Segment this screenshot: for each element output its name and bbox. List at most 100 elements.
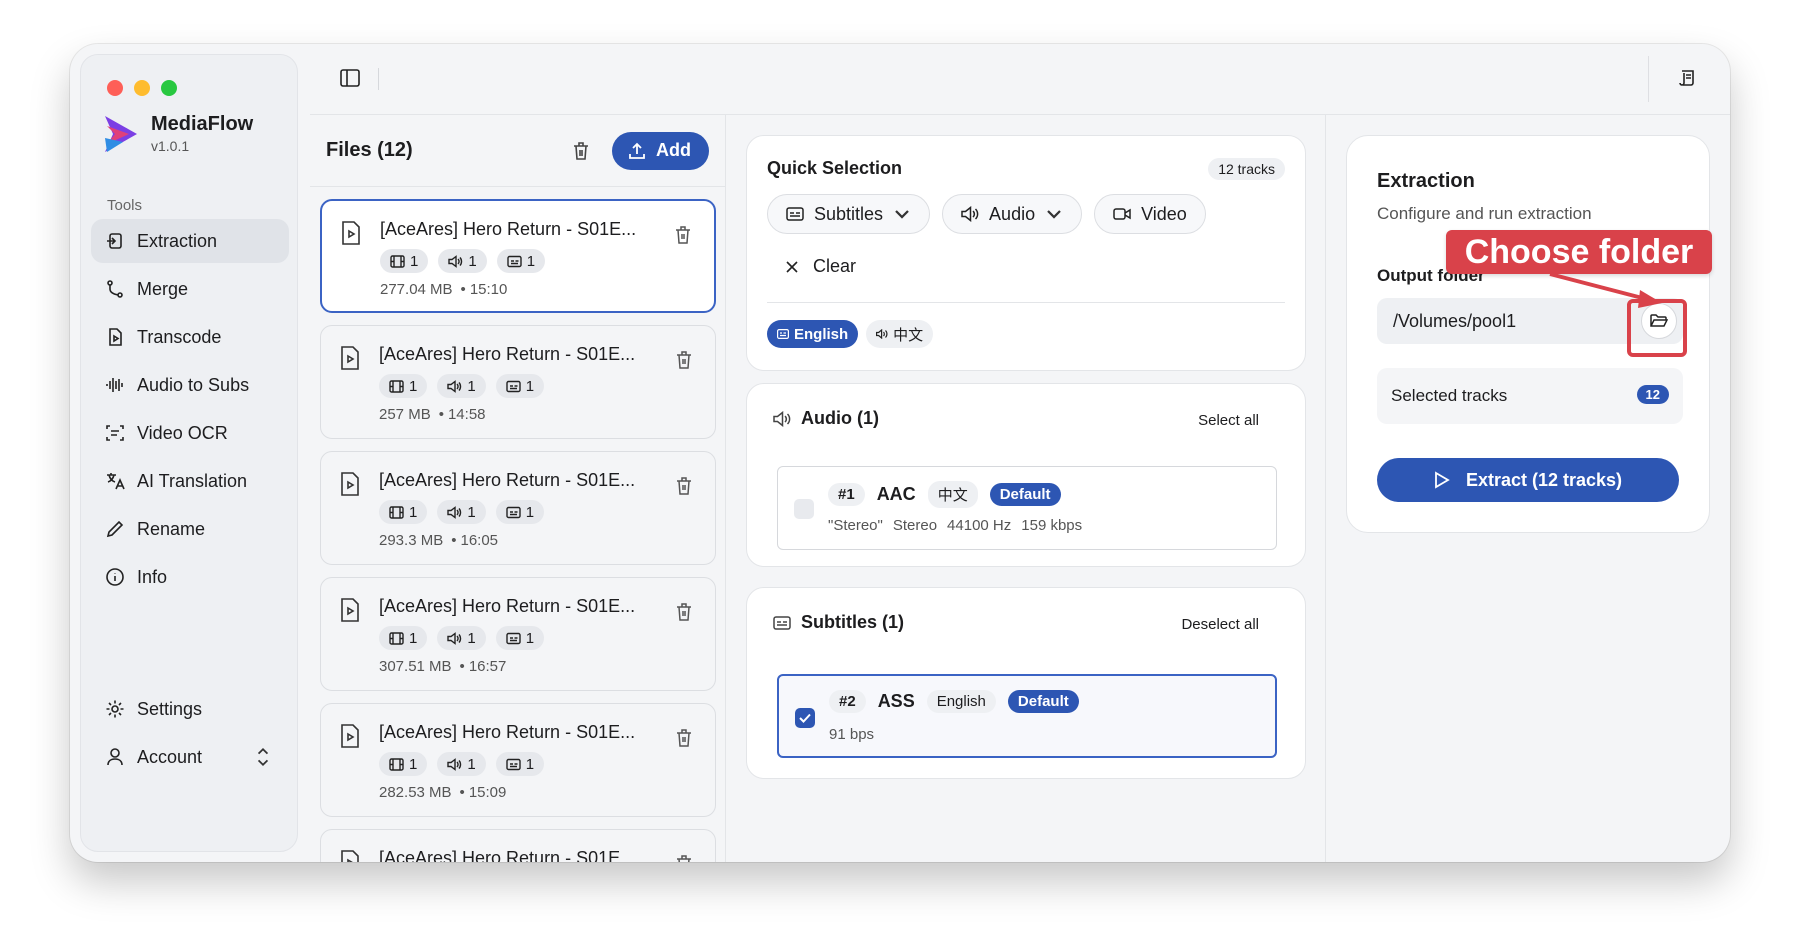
file-size: 293.3 MB: [379, 532, 444, 549]
film-icon: [389, 631, 404, 645]
speaker-icon: [961, 206, 979, 222]
zoom-window-button[interactable]: [161, 80, 177, 96]
sidebar-item-label: Extraction: [137, 230, 218, 251]
extract-button[interactable]: Extract (12 tracks): [1377, 458, 1679, 502]
sidebar-item-settings[interactable]: Settings: [91, 687, 289, 731]
close-window-button[interactable]: [107, 80, 123, 96]
output-folder-path: /Volumes/pool1: [1393, 311, 1517, 331]
video-track-count: 1: [409, 755, 418, 773]
sidebar-item-ai-translation[interactable]: AI Translation: [91, 459, 289, 503]
ocr-scan-icon: [106, 425, 124, 441]
remove-file-trash-icon[interactable]: [675, 728, 693, 748]
sidebar-item-transcode[interactable]: Transcode: [91, 315, 289, 359]
remove-file-trash-icon[interactable]: [675, 602, 693, 622]
audio-track-badge: 1: [438, 249, 487, 273]
track-bitrate: 91 bps: [829, 726, 875, 743]
file-card[interactable]: [AceAres] Hero Return - S01E... 1 1 1 29…: [320, 451, 716, 565]
file-card[interactable]: [AceAres] Hero Return - S01E... 1 1 1 25…: [320, 325, 716, 439]
caption-icon: [506, 255, 522, 267]
select-all-audio-button[interactable]: Select all: [1198, 412, 1259, 429]
track-title: "Stereo": [828, 517, 883, 534]
remove-file-trash-icon[interactable]: [675, 476, 693, 496]
audio-track-count: 1: [468, 252, 477, 270]
subtitles-filter-dropdown[interactable]: Subtitles: [767, 194, 931, 234]
file-size: 307.51 MB: [379, 658, 452, 675]
language-label: English: [794, 325, 849, 343]
track-number: #1: [828, 483, 865, 506]
annotation-callout: Choose folder: [1446, 230, 1712, 274]
file-meta: 277.04 MB • 15:10: [380, 281, 508, 298]
language-chip-chinese[interactable]: 中文: [866, 320, 934, 348]
file-meta: 293.3 MB • 16:05: [379, 532, 499, 549]
sidebar: MediaFlow v1.0.1 Tools Extraction Merge …: [80, 54, 298, 852]
extraction-icon: [107, 233, 122, 249]
tracks-count-badge: 12 tracks: [1208, 158, 1285, 180]
file-card[interactable]: [AceAres] Hero Return - S01E... 1 1 1 30…: [320, 577, 716, 691]
file-meta: 282.53 MB • 15:09: [379, 784, 507, 801]
film-icon: [389, 505, 404, 519]
track-language: English: [926, 690, 996, 713]
file-duration: 16:57: [468, 658, 507, 675]
track-language: 中文: [927, 481, 978, 508]
app-window: MediaFlow v1.0.1 Tools Extraction Merge …: [70, 44, 1730, 862]
file-card[interactable]: [AceAres] Hero Return - S01E...: [320, 829, 716, 862]
video-filter-button[interactable]: Video: [1094, 194, 1206, 234]
selected-tracks-count: 12: [1636, 385, 1669, 404]
clear-selection-button[interactable]: Clear: [785, 256, 856, 277]
file-card[interactable]: [AceAres] Hero Return - S01E... 1 1 1 28…: [320, 703, 716, 817]
language-filters: English 中文: [767, 320, 934, 348]
clear-files-trash-icon[interactable]: [570, 140, 592, 162]
subtitle-track-badge: 1: [496, 249, 546, 273]
sidebar-item-audio-to-subs[interactable]: Audio to Subs: [91, 363, 289, 407]
language-chip-english[interactable]: English: [767, 320, 859, 348]
subtitle-track-row[interactable]: #2 ASS English Default 91 bps: [777, 674, 1277, 758]
toggle-sidebar-button[interactable]: [336, 64, 364, 92]
track-meta: "Stereo" Stereo 44100 Hz 159 kbps: [828, 517, 1082, 534]
upload-icon: [629, 142, 645, 159]
mediaflow-logo-icon: [105, 115, 137, 152]
sidebar-item-label: Info: [137, 566, 168, 587]
subtitles-section-title: Subtitles (1): [801, 612, 905, 632]
minimize-window-button[interactable]: [134, 80, 150, 96]
speaker-icon: [876, 329, 888, 339]
audio-track-row[interactable]: #1 AAC 中文 Default "Stereo" Stereo 44100 …: [777, 466, 1277, 550]
sidebar-item-label: Merge: [137, 278, 189, 299]
remove-file-trash-icon[interactable]: [675, 350, 693, 370]
pill-label: Subtitles: [814, 203, 884, 224]
track-checkbox[interactable]: [795, 708, 815, 728]
file-name: [AceAres] Hero Return - S01E...: [380, 219, 637, 239]
track-badges: 1 1 1: [379, 752, 545, 776]
deselect-all-subtitles-button[interactable]: Deselect all: [1181, 616, 1259, 633]
video-track-badge: 1: [380, 249, 429, 273]
video-track-badge: 1: [379, 752, 428, 776]
caption-icon: [773, 615, 791, 630]
waveform-icon: [106, 378, 123, 392]
gear-icon: [106, 700, 124, 718]
audio-filter-dropdown[interactable]: Audio: [942, 194, 1083, 234]
video-camera-icon: [1113, 208, 1131, 220]
film-icon: [389, 757, 404, 771]
file-size: 257 MB: [379, 406, 431, 423]
file-name: [AceAres] Hero Return - S01E...: [379, 848, 636, 862]
file-duration: 15:10: [469, 281, 508, 298]
subtitle-track-badge: 1: [495, 500, 545, 524]
app-name: MediaFlow: [151, 113, 254, 135]
file-card[interactable]: [AceAres] Hero Return - S01E... 1 1 1 27…: [320, 199, 716, 313]
sidebar-item-video-ocr[interactable]: Video OCR: [91, 411, 289, 455]
sidebar-item-label: Audio to Subs: [137, 374, 250, 395]
file-size: 282.53 MB: [379, 784, 452, 801]
sidebar-item-extraction[interactable]: Extraction: [91, 219, 289, 263]
sidebar-item-rename[interactable]: Rename: [91, 507, 289, 551]
sidebar-item-info[interactable]: Info: [91, 555, 289, 599]
speaker-icon: [447, 631, 462, 645]
track-checkbox[interactable]: [794, 499, 814, 519]
language-label: 中文: [893, 326, 924, 344]
extraction-subtitle: Configure and run extraction: [1377, 204, 1592, 223]
sidebar-item-account[interactable]: Account: [91, 735, 289, 779]
log-panel-button[interactable]: [1674, 64, 1702, 92]
sidebar-item-merge[interactable]: Merge: [91, 267, 289, 311]
remove-file-trash-icon[interactable]: [674, 225, 692, 245]
add-files-button[interactable]: Add: [612, 131, 709, 170]
audio-track-count: 1: [467, 629, 476, 647]
remove-file-trash-icon[interactable]: [675, 854, 693, 862]
